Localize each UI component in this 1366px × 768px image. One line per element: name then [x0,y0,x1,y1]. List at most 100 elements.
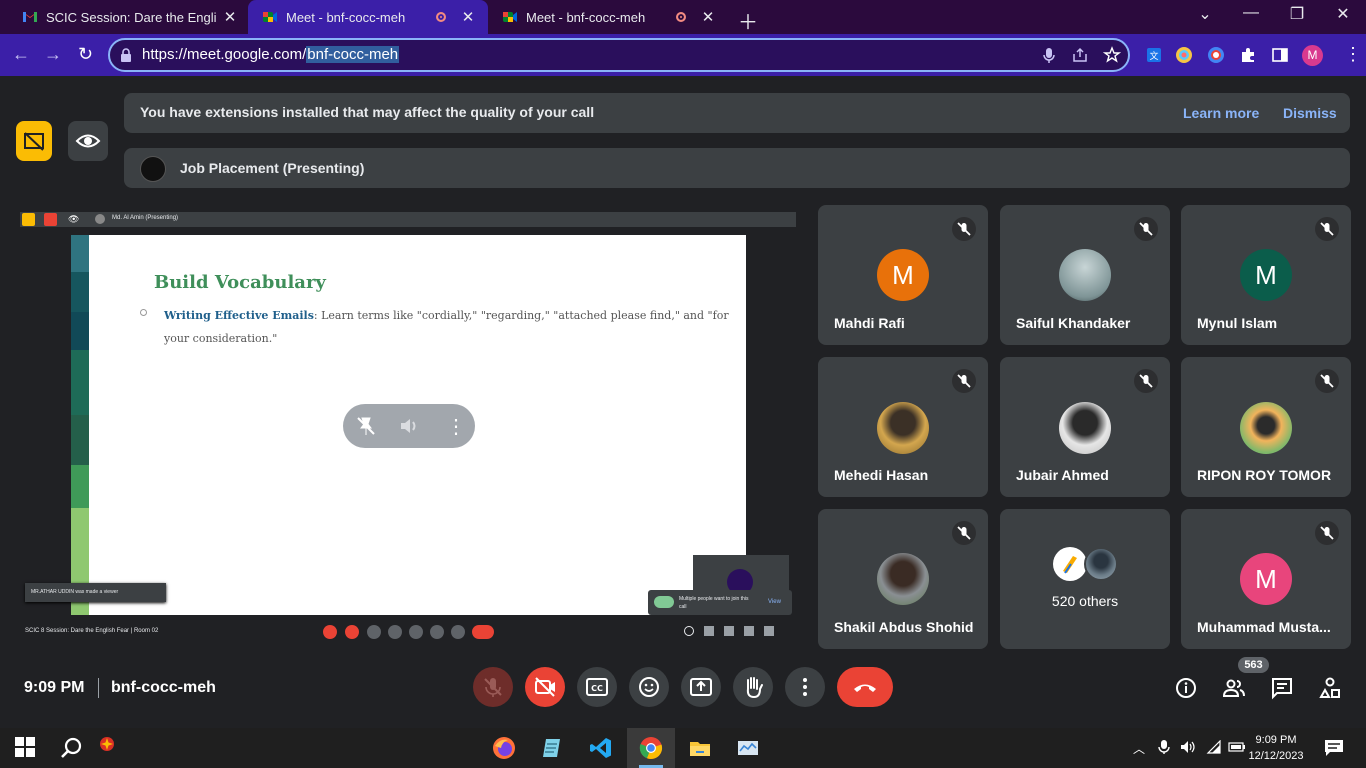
camera-off-button[interactable] [525,667,565,707]
minimize-button[interactable]: — [1228,4,1274,22]
inner-camera-off-icon [345,625,359,639]
url-prefix: https://meet.google.com/ [142,46,307,63]
participant-name: Mahdi Rafi [834,315,905,331]
svg-text:文: 文 [1149,50,1158,62]
others-count-label: 520 others [1051,593,1119,609]
inner-meeting-title: SCIC 8 Session: Dare the English Fear | … [25,628,159,634]
captions-button[interactable]: CC [577,667,617,707]
participant-tile[interactable]: RIPON ROY TOMOR [1181,357,1351,497]
bookmark-star-icon[interactable] [1103,46,1121,64]
extension-translate-icon[interactable]: 文 [1145,46,1163,64]
back-arrow-icon[interactable]: ← [12,44,30,65]
inner-presenter-avatar [95,214,105,224]
participant-tile[interactable]: Shakil Abdus Shohid [818,509,988,649]
presentation-off-button[interactable] [16,121,52,161]
unpin-icon[interactable] [354,414,378,438]
tray-battery-icon[interactable] [1228,741,1246,753]
share-icon[interactable] [1071,46,1089,64]
microphone-off-button[interactable] [473,667,513,707]
learn-more-link[interactable]: Learn more [1183,105,1259,121]
control-panel-icon[interactable] [736,736,760,760]
participant-tile[interactable]: Mehedi Hasan [818,357,988,497]
extensions-puzzle-icon[interactable] [1239,46,1257,64]
slide-color-strip [71,235,89,615]
close-tab-icon[interactable]: ✕ [460,8,476,26]
tab-meet-active[interactable]: Meet - bnf-cocc-meh ✕ [248,0,488,34]
url-selected: bnf-cocc-meh [306,46,400,63]
more-options-button[interactable] [785,667,825,707]
tab-meet[interactable]: Meet - bnf-cocc-meh ✕ [488,0,728,34]
tab-gmail[interactable]: SCIC Session: Dare the English Fe ✕ [8,0,248,34]
side-panel-icon[interactable] [1271,46,1289,64]
windows-start-icon[interactable] [14,736,38,760]
file-explorer-icon[interactable] [688,736,712,760]
chat-icon[interactable] [1270,676,1294,700]
participant-tile[interactable]: Jubair Ahmed [1000,357,1170,497]
tab-search-chevron-icon[interactable]: ⌄ [1182,4,1228,24]
svg-text:CC: CC [591,684,603,693]
others-avatar-2 [1084,547,1118,581]
bullet-highlight: Writing Effective Emails [164,309,314,322]
lock-icon[interactable] [120,48,132,62]
viewer-notification: MR.ATHAR UDDIN was made a viewer [25,583,166,602]
close-tab-icon[interactable]: ✕ [222,8,238,26]
close-tab-icon[interactable]: ✕ [700,8,716,26]
participant-name: Mehedi Hasan [834,467,929,483]
tab-title: SCIC Session: Dare the English Fe [46,9,216,25]
new-tab-button[interactable]: ＋ [738,6,758,35]
leave-call-button[interactable] [837,667,893,707]
taskbar-time: 9:09 PM [1255,734,1297,746]
dismiss-button[interactable]: Dismiss [1283,105,1337,121]
inner-present-icon [409,625,423,639]
others-tile[interactable]: 520 others [1000,509,1170,649]
others-avatar-1 [1053,547,1087,581]
close-window-button[interactable]: ✕ [1320,4,1366,24]
participant-name: Mynul Islam [1197,315,1278,331]
inner-lock-icon [764,626,774,636]
info-icon[interactable] [1174,676,1198,700]
profile-avatar[interactable]: M [1302,45,1323,66]
tray-chevron-up-icon[interactable]: ︿ [1133,740,1145,757]
eye-icon[interactable] [68,121,108,161]
url-text[interactable]: https://meet.google.com/bnf-cocc-meh [142,46,400,63]
notepad-app-icon[interactable] [540,736,564,760]
chrome-icon[interactable] [639,736,663,760]
extension-color-icon[interactable] [1175,46,1193,64]
app-badge-icon[interactable] [96,735,120,759]
raise-hand-button[interactable] [733,667,773,707]
participant-tile[interactable]: M Muhammad Musta... [1181,509,1351,649]
tray-volume-icon[interactable] [1180,740,1196,754]
present-screen-button[interactable] [681,667,721,707]
inner-hand-icon [430,625,444,639]
reload-icon[interactable]: ↻ [78,44,93,65]
menu-kebab-icon[interactable]: ⋮ [1344,44,1362,65]
people-icon[interactable] [1222,676,1246,700]
participant-tile[interactable]: M Mahdi Rafi [818,205,988,345]
tray-microphone-icon[interactable] [1158,739,1170,755]
tray-wifi-icon[interactable] [1206,740,1222,754]
restore-button[interactable]: ❐ [1274,4,1320,24]
inner-presenting-label: Md. Al Amin (Presenting) [112,215,179,221]
avatar-photo [1059,402,1111,454]
emoji-reaction-button[interactable] [629,667,669,707]
participant-tile[interactable]: M Mynul Islam [1181,205,1351,345]
taskbar-clock[interactable]: 9:09 PM 12/12/2023 [1246,732,1306,764]
participant-tile[interactable]: Saiful Khandaker [1000,205,1170,345]
inner-mic-off-icon [323,625,337,639]
more-options-icon[interactable]: ⋮ [446,414,466,439]
mic-off-icon [952,521,976,545]
tab-title: Meet - bnf-cocc-meh [286,9,406,25]
inner-record-icon [44,213,57,226]
vscode-icon[interactable] [589,736,613,760]
search-icon[interactable] [60,736,84,760]
join-view-button[interactable]: View [768,599,781,605]
firefox-icon[interactable] [492,736,516,760]
notifications-icon[interactable] [1324,739,1344,757]
microphone-icon[interactable] [1040,46,1058,64]
volume-icon[interactable] [397,414,421,438]
tab-title: Meet - bnf-cocc-meh [526,9,646,25]
extension-circle-icon[interactable] [1207,46,1225,64]
forward-arrow-icon[interactable]: → [44,44,62,65]
inner-activities-icon [744,626,754,636]
activities-icon[interactable] [1318,676,1342,700]
